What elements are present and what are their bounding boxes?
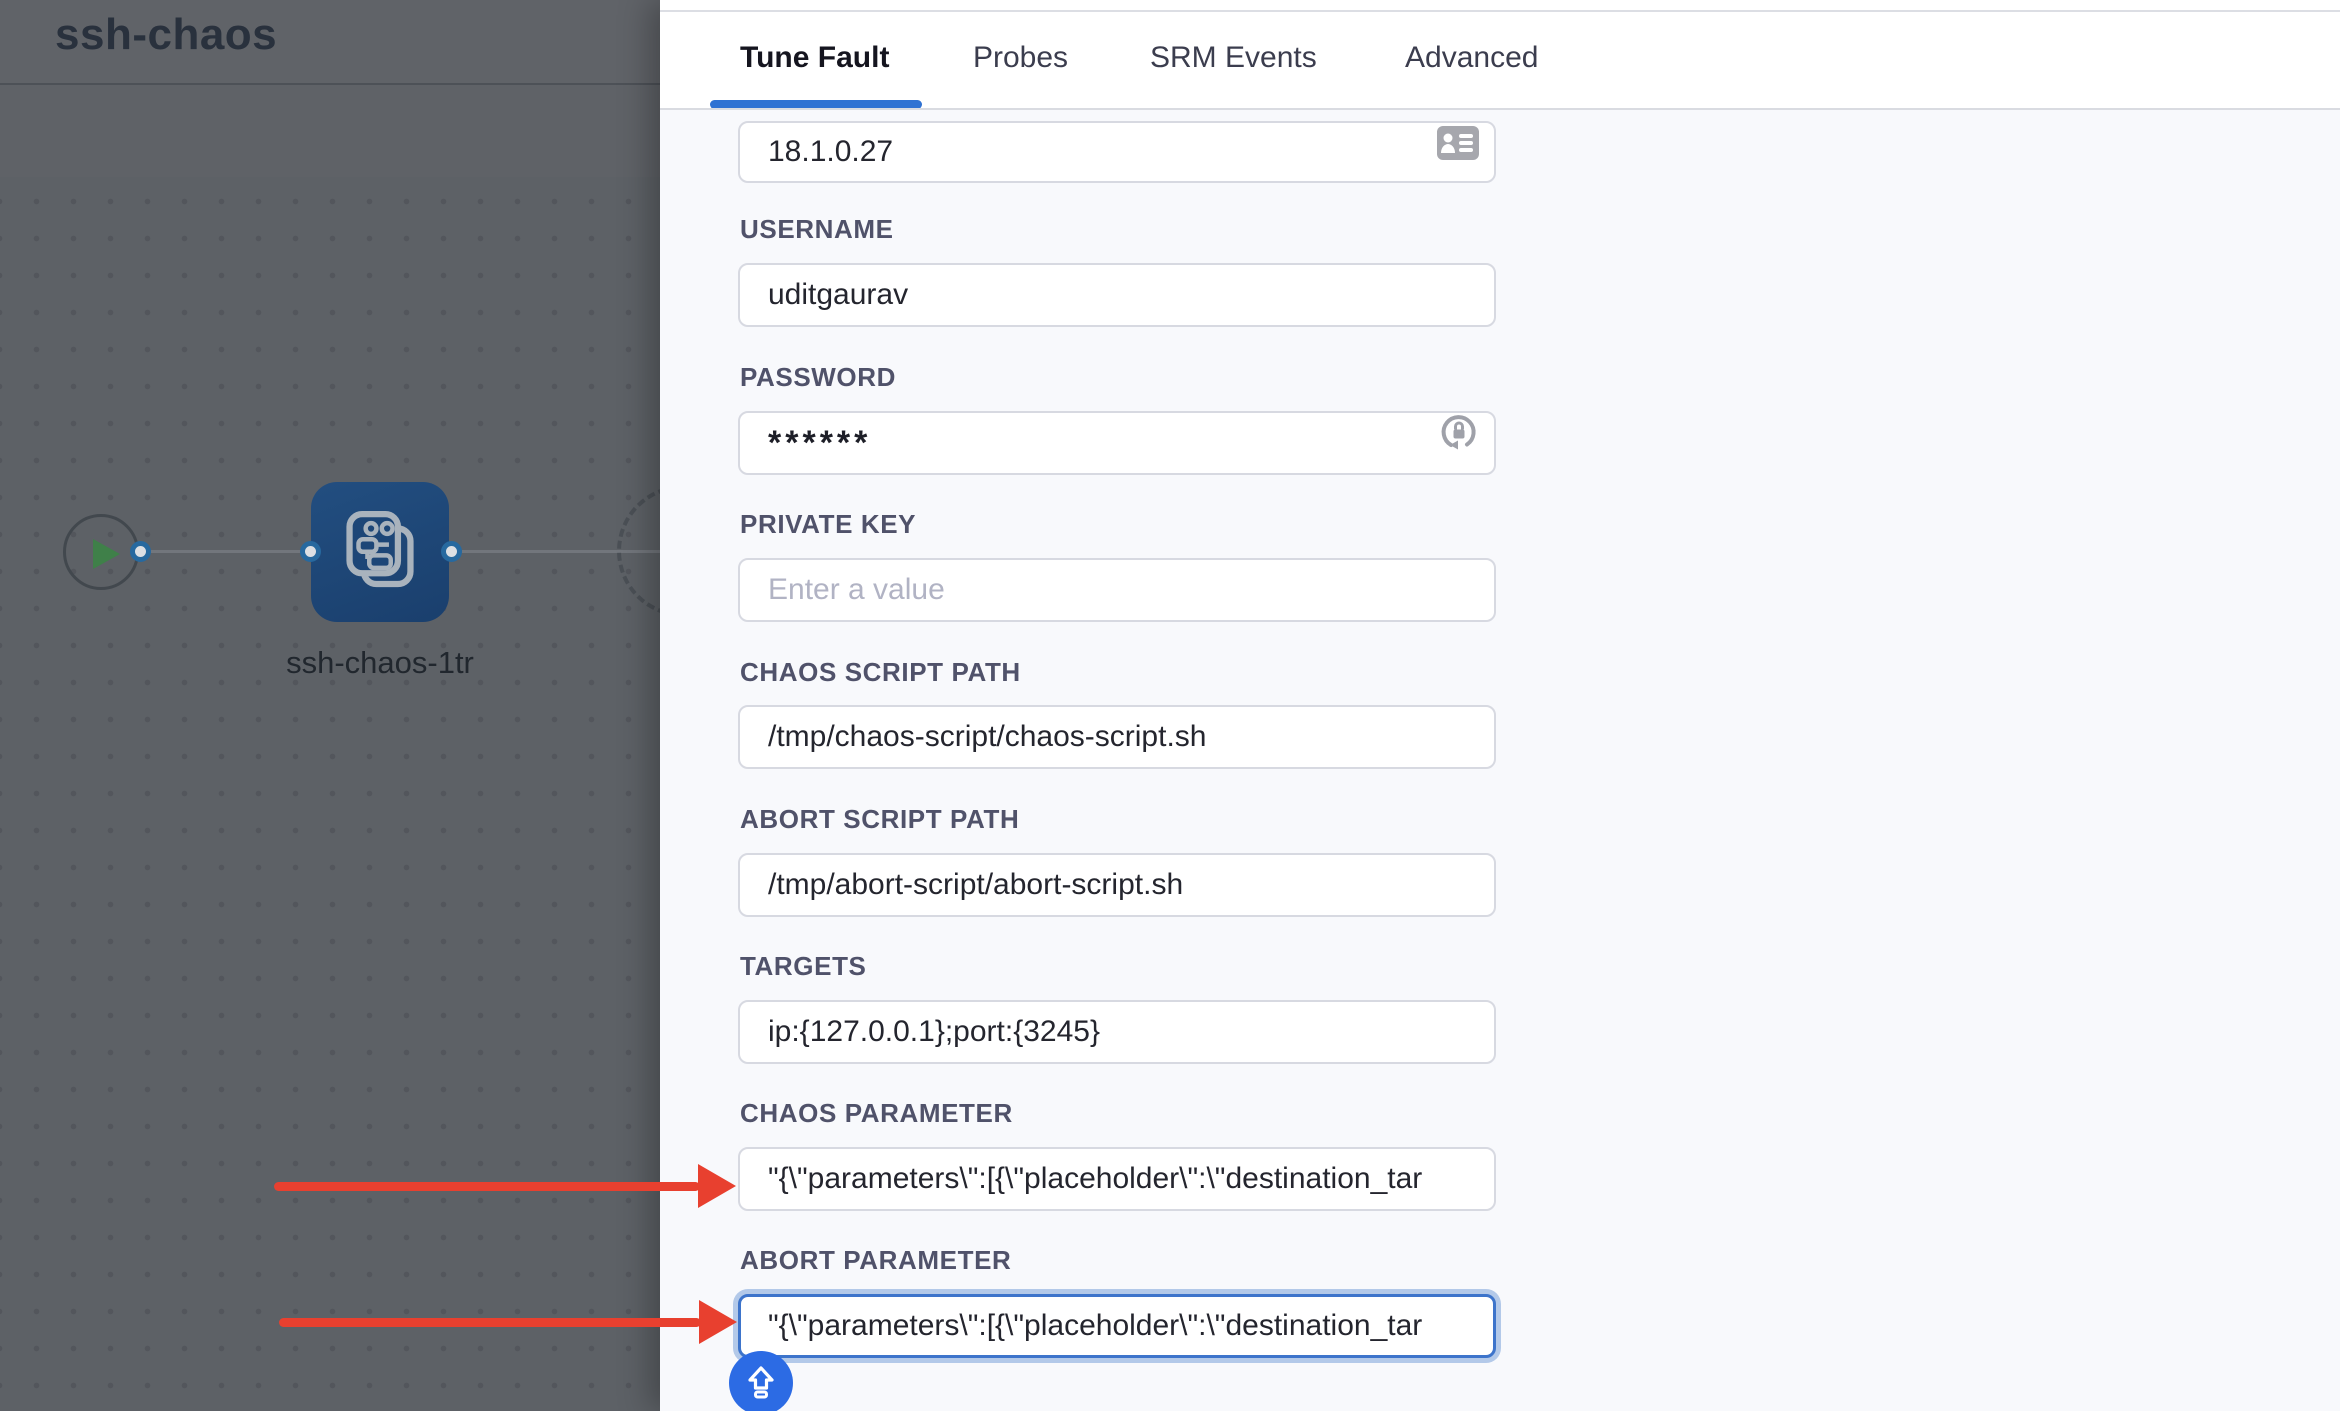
pipeline-canvas[interactable]: ssh-chaos-1tr <box>0 177 660 1411</box>
password-label: PASSWORD <box>740 362 896 393</box>
tab-tune-fault[interactable]: Tune Fault <box>740 41 889 75</box>
chaos-parameter-label: CHAOS PARAMETER <box>740 1098 1013 1129</box>
start-node[interactable] <box>63 514 139 590</box>
edge-line <box>151 550 311 553</box>
password-value: ****** <box>768 424 871 462</box>
username-input[interactable]: uditgaurav <box>738 263 1496 327</box>
node-label: ssh-chaos-1tr <box>255 645 505 681</box>
private-key-input[interactable]: Enter a value <box>738 558 1496 622</box>
play-icon <box>93 539 120 569</box>
abort-script-path-label: ABORT SCRIPT PATH <box>740 804 1019 835</box>
contact-card-icon[interactable] <box>1436 123 1480 181</box>
abort-parameter-label: ABORT PARAMETER <box>740 1245 1011 1276</box>
tab-advanced[interactable]: Advanced <box>1405 41 1538 75</box>
targets-label: TARGETS <box>740 951 867 982</box>
tune-fault-drawer: Tune Fault Probes SRM Events Advanced 18… <box>660 0 2340 1411</box>
connector-ring[interactable] <box>130 541 151 562</box>
tab-probes[interactable]: Probes <box>973 41 1068 75</box>
abort-parameter-value: "{\"parameters\":[{\"placeholder\":\"des… <box>768 1309 1422 1342</box>
targets-value: ip:{127.0.0.1};port:{3245} <box>768 1015 1100 1048</box>
chaos-script-path-value: /tmp/chaos-script/chaos-script.sh <box>768 720 1206 753</box>
chaos-parameter-value: "{\"parameters\":[{\"placeholder\":\"des… <box>768 1162 1422 1195</box>
abort-script-path-input[interactable]: /tmp/abort-script/abort-script.sh <box>738 853 1496 917</box>
connector-ring[interactable] <box>441 541 462 562</box>
pipeline-studio-backdrop: ssh-chaos Overview <box>0 0 660 1411</box>
studio-header: ssh-chaos <box>0 0 660 83</box>
tab-srm-events[interactable]: SRM Events <box>1150 41 1317 75</box>
abort-parameter-input[interactable]: "{\"parameters\":[{\"placeholder\":\"des… <box>738 1294 1496 1358</box>
connector-ring[interactable] <box>300 541 321 562</box>
chaos-parameter-input[interactable]: "{\"parameters\":[{\"placeholder\":\"des… <box>738 1147 1496 1211</box>
username-value: uditgaurav <box>768 278 908 311</box>
chaos-script-path-label: CHAOS SCRIPT PATH <box>740 657 1021 688</box>
private-key-placeholder: Enter a value <box>768 573 945 606</box>
fault-node-ssh-chaos[interactable] <box>311 482 449 622</box>
username-label: USERNAME <box>740 214 894 245</box>
breadcrumb: Overview Experiment <box>0 85 660 177</box>
abort-script-path-value: /tmp/abort-script/abort-script.sh <box>768 868 1183 901</box>
targets-input[interactable]: ip:{127.0.0.1};port:{3245} <box>738 1000 1496 1064</box>
drawer-top-divider <box>660 10 2340 12</box>
chaos-studio-page: ssh-chaos Overview <box>0 0 2340 1411</box>
experiment-node-icon <box>339 507 421 598</box>
private-key-label: PRIVATE KEY <box>740 509 916 540</box>
apply-changes-button[interactable] <box>729 1351 793 1411</box>
host-input[interactable]: 18.1.0.27 <box>738 121 1496 183</box>
chaos-script-path-input[interactable]: /tmp/chaos-script/chaos-script.sh <box>738 705 1496 769</box>
host-value: 18.1.0.27 <box>768 135 893 168</box>
password-input[interactable]: ****** <box>738 411 1496 475</box>
page-title: ssh-chaos <box>55 10 277 60</box>
apply-changes-icon <box>741 1361 781 1406</box>
secret-rotate-icon[interactable] <box>1438 412 1480 475</box>
